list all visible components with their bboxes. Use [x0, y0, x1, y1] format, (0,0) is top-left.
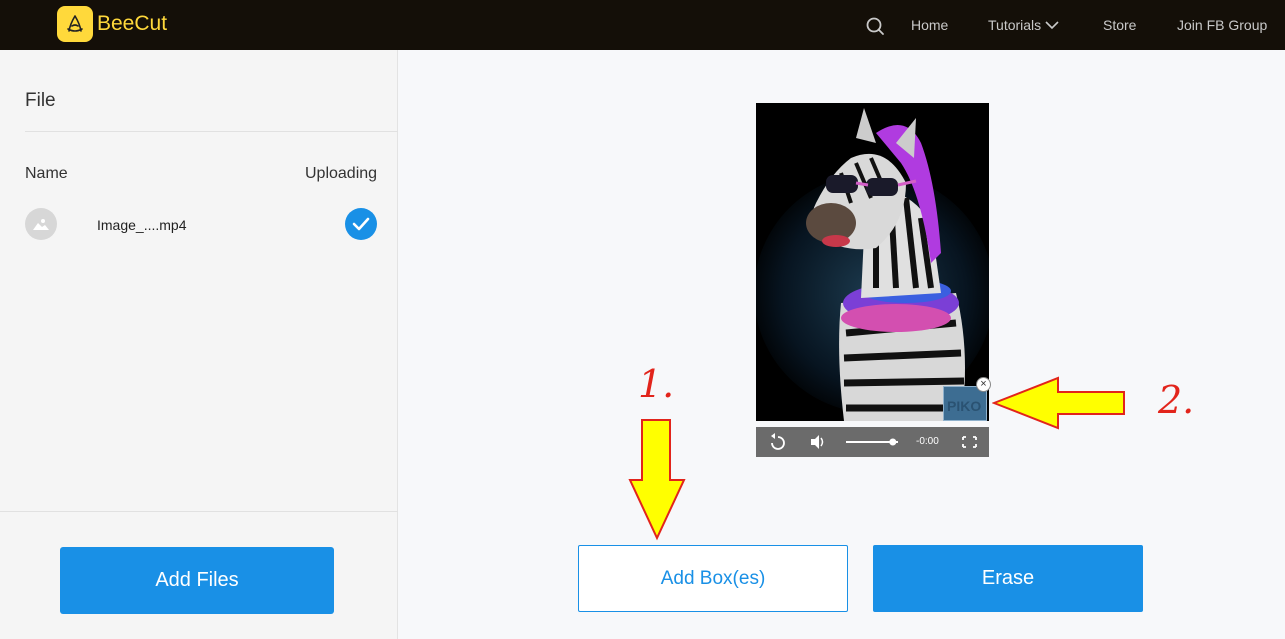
check-circle-icon — [345, 208, 377, 240]
add-boxes-button[interactable]: Add Box(es) — [578, 545, 848, 612]
file-panel-title: File — [25, 90, 56, 111]
image-placeholder-icon — [25, 208, 57, 240]
annotation-step-1: 1. — [638, 362, 675, 406]
nav-store[interactable]: Store — [1103, 17, 1136, 33]
column-header-name: Name — [25, 165, 68, 182]
nav-tutorials-label: Tutorials — [988, 17, 1042, 33]
video-preview[interactable] — [756, 103, 989, 421]
video-controls: -0:00 — [756, 427, 989, 457]
nav-home[interactable]: Home — [911, 17, 948, 33]
beecut-logo-icon[interactable] — [57, 6, 93, 42]
volume-slider[interactable] — [846, 438, 898, 446]
nav-tutorials[interactable]: Tutorials — [988, 17, 1059, 33]
annotation-step-2: 2. — [1158, 378, 1195, 422]
add-files-button[interactable]: Add Files — [60, 547, 334, 614]
close-box-icon[interactable]: × — [976, 377, 991, 392]
svg-text:PIKO: PIKO — [947, 398, 981, 414]
erase-button[interactable]: Erase — [873, 545, 1143, 612]
column-header-uploading: Uploading — [305, 165, 378, 182]
down-arrow-annotation — [628, 419, 686, 541]
divider — [25, 131, 398, 132]
file-name: Image_....mp4 — [97, 217, 187, 233]
fullscreen-icon[interactable] — [962, 436, 977, 448]
nav-join-fb-group[interactable]: Join FB Group — [1177, 17, 1267, 33]
file-panel: File Name Uploading Image_....mp4 Add Fi… — [0, 50, 398, 639]
left-arrow-annotation — [992, 376, 1125, 430]
chevron-down-icon — [1045, 21, 1059, 30]
top-nav-bar: BeeCut Home Tutorials Store Join FB Grou… — [0, 0, 1285, 50]
volume-icon[interactable] — [811, 435, 824, 449]
video-time: -0:00 — [916, 436, 939, 447]
replay-icon[interactable] — [771, 433, 785, 450]
search-icon[interactable] — [865, 16, 885, 36]
brand-name[interactable]: BeeCut — [97, 12, 167, 36]
divider — [0, 511, 398, 512]
